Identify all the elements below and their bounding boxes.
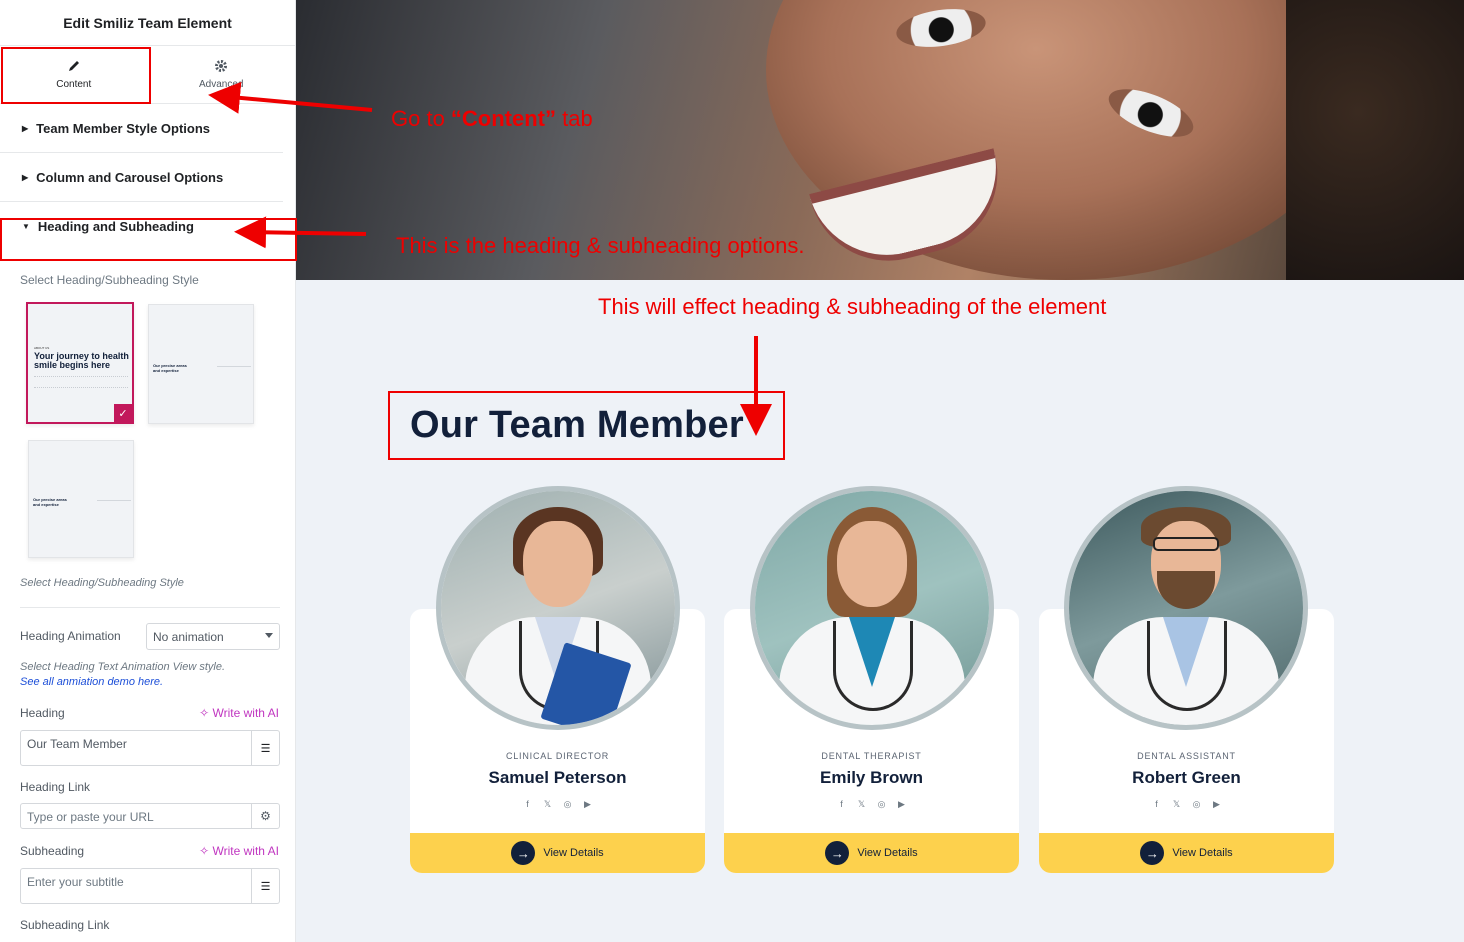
annotation-part: Go to [391,106,451,131]
youtube-icon[interactable]: ▶ [583,799,592,810]
link-options-button[interactable]: ⚙ [252,803,280,829]
style-option-2[interactable]: Our precise areas and expertise [148,304,254,424]
ai-label: Write with AI [212,706,279,720]
youtube-icon[interactable]: ▶ [897,799,906,810]
database-icon: ☰ [260,742,271,755]
view-details-button[interactable]: → View Details [724,833,1019,873]
view-details-label: View Details [857,847,918,859]
facebook-icon[interactable]: f [1152,799,1161,810]
photo-glasses [1153,537,1219,551]
animation-demo-link[interactable]: See all anmiation demo here. [20,676,163,688]
sparkle-icon: ✧ [199,844,210,858]
thumb-title: Your journey to health smile begins here [34,351,129,370]
thumb-title: Our precise areas and expertise [33,497,67,507]
member-name: Samuel Peterson [488,768,627,787]
tab-advanced-label: Advanced [199,79,244,90]
thumb-line [97,500,131,501]
photo-head [523,521,593,607]
view-details-button[interactable]: → View Details [1039,833,1334,873]
thumb-title: Our precise areas and expertise [153,363,187,373]
facebook-icon[interactable]: f [523,799,532,810]
section-label: Team Member Style Options [36,120,211,136]
check-icon: ✓ [114,404,132,422]
chevron-down-icon [265,633,273,638]
editor-panel: Edit Smiliz Team Element Content Advance… [0,0,296,942]
section-column-carousel[interactable]: ▶ Column and Carousel Options [0,153,283,202]
member-photo [1064,486,1308,730]
x-icon[interactable]: 𝕏 [857,799,866,810]
subheading-textarea[interactable]: Enter your subtitle [20,868,252,904]
social-links: f 𝕏 ◎ ▶ [410,799,705,810]
heading-label: Heading [20,706,65,720]
annotation-box-heading-section [0,218,297,261]
social-links: f 𝕏 ◎ ▶ [1039,799,1334,810]
animation-help: Select Heading Text Animation View style… [20,661,226,673]
caret-right-icon: ▶ [22,123,29,133]
panel-title: Edit Smiliz Team Element [0,0,295,46]
youtube-icon[interactable]: ▶ [1212,799,1221,810]
arrow-right-icon: → [825,841,850,865]
annotation-heading-options: This is the heading & subheading options… [396,233,805,258]
arrow-right-icon: → [1140,841,1165,865]
instagram-icon[interactable]: ◎ [1192,799,1201,810]
thumb-body [34,376,128,388]
member-name: Emily Brown [820,768,923,787]
style-help-text: Select Heading/Subheading Style [20,577,184,589]
heading-animation-select[interactable]: No animation [146,623,280,650]
dynamic-tags-button[interactable]: ☰ [252,868,280,904]
gear-icon: ⚙ [260,809,271,823]
divider [20,607,280,608]
subheading-label: Subheading [20,844,85,858]
heading-write-ai[interactable]: ✧ Write with AI [199,706,279,720]
member-name: Robert Green [1132,768,1241,787]
view-details-label: View Details [1172,847,1233,859]
style-option-3[interactable]: Our precise areas and expertise [28,440,134,558]
database-icon: ☰ [260,880,271,893]
member-photo [750,486,994,730]
annotation-content-tab: Go to “Content” tab [391,106,593,132]
annotation-box-content-tab [1,47,151,104]
sparkle-icon: ✧ [199,706,210,720]
select-value: No animation [153,630,224,644]
photo-stethoscope [833,621,913,711]
hero-hair [1286,0,1464,280]
member-role: DENTAL THERAPIST [821,751,922,761]
annotation-effect: This will effect heading & subheading of… [598,294,1107,319]
section-team-member-style[interactable]: ▶ Team Member Style Options [0,104,283,153]
heading-textarea[interactable]: Our Team Member [20,730,252,766]
social-links: f 𝕏 ◎ ▶ [724,799,1019,810]
thumb-tag: ABOUT US [34,346,50,350]
style-option-1[interactable]: ABOUT US Your journey to health smile be… [26,302,134,424]
annotation-part: tab [556,106,593,131]
heading-link-label: Heading Link [20,780,91,794]
dynamic-tags-button[interactable]: ☰ [252,730,280,766]
gear-icon [215,60,228,72]
x-icon[interactable]: 𝕏 [543,799,552,810]
ai-label: Write with AI [212,844,279,858]
arrow-right-icon: → [511,841,536,865]
section-label: Column and Carousel Options [36,169,224,185]
x-icon[interactable]: 𝕏 [1172,799,1181,810]
heading-link-input[interactable]: Type or paste your URL [20,803,252,829]
style-select-label: Select Heading/Subheading Style [20,273,199,287]
instagram-icon[interactable]: ◎ [563,799,572,810]
member-role: DENTAL ASSISTANT [1137,751,1236,761]
photo-stethoscope [1147,621,1227,711]
facebook-icon[interactable]: f [837,799,846,810]
photo-head [837,521,907,607]
thumb-line [217,366,251,367]
view-details-button[interactable]: → View Details [410,833,705,873]
annotation-bold: “Content” [450,106,557,131]
page-preview: Our Team Member CLINICAL DIRECTOR Samuel… [296,0,1464,942]
annotation-box-heading-preview [388,391,785,460]
heading-animation-label: Heading Animation [20,629,121,643]
instagram-icon[interactable]: ◎ [877,799,886,810]
tab-advanced[interactable]: Advanced [148,46,296,103]
view-details-label: View Details [543,847,604,859]
caret-right-icon: ▶ [22,172,29,182]
subheading-write-ai[interactable]: ✧ Write with AI [199,844,279,858]
member-photo [436,486,680,730]
member-role: CLINICAL DIRECTOR [505,751,610,761]
subheading-link-label: Subheading Link [20,918,110,932]
